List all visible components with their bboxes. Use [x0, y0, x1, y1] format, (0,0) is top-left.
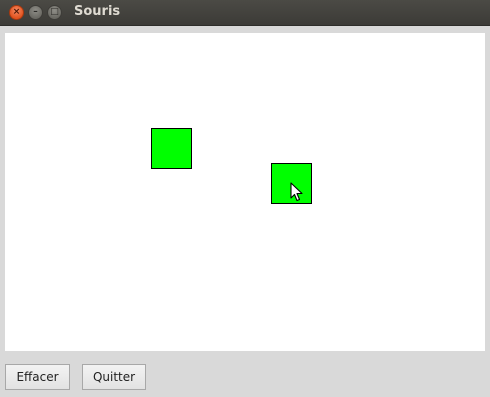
maximize-window-button[interactable]: □	[47, 5, 62, 20]
close-icon: ×	[12, 7, 21, 17]
title-bar[interactable]: × – □ Souris	[0, 0, 490, 26]
minimize-window-button[interactable]: –	[28, 5, 43, 20]
maximize-icon: □	[50, 7, 59, 17]
green-square[interactable]	[151, 128, 192, 169]
drawing-canvas[interactable]	[5, 33, 485, 351]
close-window-button[interactable]: ×	[9, 5, 24, 20]
clear-button[interactable]: Effacer	[5, 364, 70, 390]
app-window: × – □ Souris Effacer Quitter	[0, 0, 490, 397]
window-title: Souris	[74, 4, 121, 19]
mouse-cursor-icon	[290, 182, 303, 202]
quit-button[interactable]: Quitter	[82, 364, 146, 390]
minimize-icon: –	[33, 7, 38, 17]
